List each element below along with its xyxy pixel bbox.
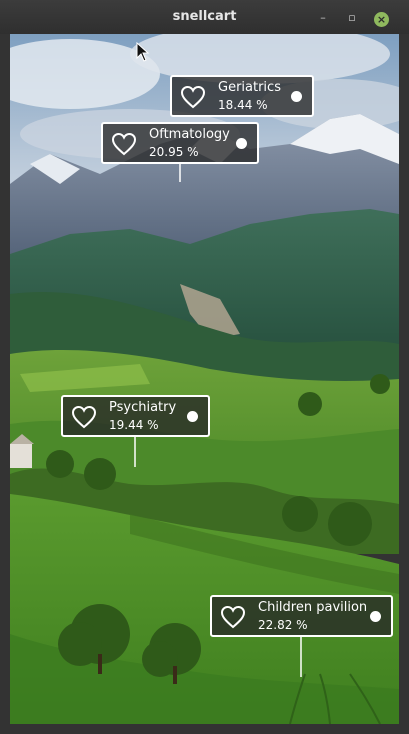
map-marker-psychiatry[interactable]: Psychiatry 19.44 %	[61, 395, 210, 437]
marker-dot	[187, 411, 198, 422]
minimize-icon[interactable]: –	[316, 11, 330, 25]
landscape-view[interactable]: Geriatrics 18.44 % Oftmatology 20.95 % P…	[10, 34, 399, 724]
marker-name: Psychiatry	[109, 400, 177, 415]
map-marker-geriatrics[interactable]: Geriatrics 18.44 %	[170, 75, 314, 117]
title-bar[interactable]: snellcart – ▫ ×	[0, 0, 409, 34]
marker-percent: 18.44 %	[218, 98, 268, 112]
mouse-pointer-icon	[136, 42, 150, 62]
marker-percent: 20.95 %	[149, 145, 199, 159]
heart-outline-icon	[71, 405, 97, 429]
marker-percent: 19.44 %	[109, 418, 159, 432]
app-window: snellcart – ▫ × Geriatrics 18.44 % Oftma…	[0, 0, 409, 734]
marker-dot	[291, 91, 302, 102]
heart-outline-icon	[180, 85, 206, 109]
close-icon[interactable]: ×	[374, 12, 389, 27]
marker-pin	[134, 437, 136, 467]
marker-name: Oftmatology	[149, 127, 230, 142]
marker-dot	[236, 138, 247, 149]
map-marker-children-pavilion[interactable]: Children pavilion 22.82 %	[210, 595, 393, 637]
marker-pin	[300, 637, 302, 677]
heart-outline-icon	[111, 132, 137, 156]
marker-name: Geriatrics	[218, 80, 281, 95]
marker-pin	[179, 164, 181, 182]
map-marker-oftmatology[interactable]: Oftmatology 20.95 %	[101, 122, 259, 164]
marker-percent: 22.82 %	[258, 618, 308, 632]
heart-outline-icon	[220, 605, 246, 629]
maximize-icon[interactable]: ▫	[345, 11, 359, 25]
marker-dot	[370, 611, 381, 622]
marker-name: Children pavilion	[258, 600, 368, 615]
